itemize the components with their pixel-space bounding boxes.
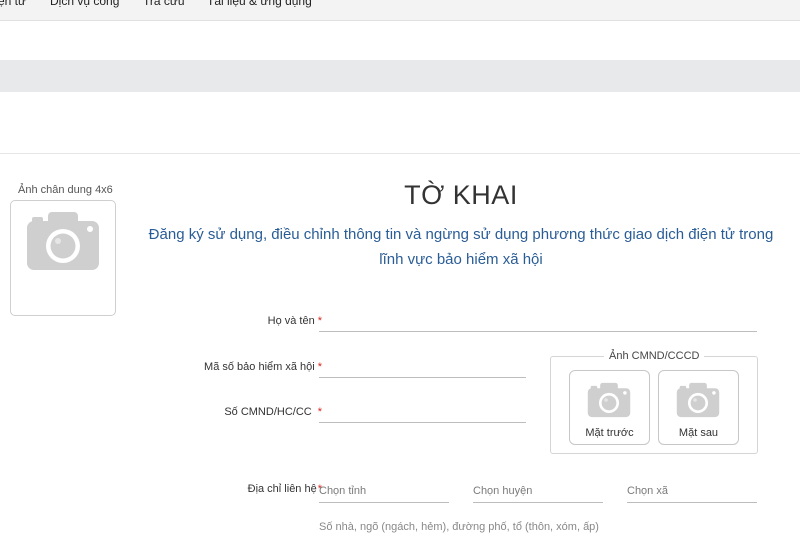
district-select[interactable]: Chọn huyện bbox=[473, 485, 532, 497]
header-band bbox=[0, 60, 800, 92]
street-address-input[interactable]: Số nhà, ngõ (ngách, hẻm), đường phố, tổ … bbox=[319, 521, 599, 533]
social-insurance-code-label: Mã số bảo hiểm xã hội * bbox=[204, 361, 322, 373]
id-card-photos-legend: Ảnh CMND/CCCD bbox=[604, 350, 705, 362]
nav-item-public-services[interactable]: Dịch vụ công bbox=[50, 0, 119, 8]
province-select-underline bbox=[319, 502, 449, 503]
camera-icon bbox=[676, 382, 720, 418]
required-marker: * bbox=[317, 361, 322, 373]
contact-address-label: Địa chỉ liên hệ* bbox=[247, 483, 322, 495]
full-name-input[interactable] bbox=[319, 331, 757, 332]
id-back-label: Mặt sau bbox=[678, 427, 719, 439]
commune-select[interactable]: Chọn xã bbox=[627, 485, 668, 497]
id-front-label: Mặt trước bbox=[585, 427, 634, 439]
province-select[interactable]: Chọn tỉnh bbox=[319, 485, 366, 497]
social-insurance-code-input[interactable] bbox=[319, 377, 526, 378]
nav-item-documents-apps[interactable]: Tài liệu & ứng dụng bbox=[207, 0, 312, 8]
id-back-photo-upload[interactable]: Mặt sau bbox=[658, 370, 739, 445]
id-number-input[interactable] bbox=[319, 422, 526, 423]
form-subtitle: Đăng ký sử dụng, điều chỉnh thông tin và… bbox=[148, 226, 774, 268]
district-select-underline bbox=[473, 502, 603, 503]
portrait-photo-upload[interactable] bbox=[10, 200, 116, 316]
commune-select-underline bbox=[627, 502, 757, 503]
required-marker: * bbox=[317, 406, 322, 418]
nav-item-electronic[interactable]: ện tử bbox=[0, 0, 26, 8]
full-name-label: Họ và tên * bbox=[267, 315, 322, 327]
camera-icon bbox=[27, 212, 99, 270]
required-marker: * bbox=[317, 315, 322, 327]
section-divider bbox=[0, 153, 800, 154]
nav-item-lookup[interactable]: Tra cứu bbox=[143, 0, 185, 8]
camera-icon bbox=[587, 382, 631, 418]
id-number-label: Số CMND/HC/CC * bbox=[224, 406, 322, 418]
top-navigation: ện tử Dịch vụ công Tra cứu Tài liệu & ứn… bbox=[0, 0, 800, 21]
form-title: TỜ KHAI bbox=[404, 180, 518, 210]
id-front-photo-upload[interactable]: Mặt trước bbox=[569, 370, 650, 445]
